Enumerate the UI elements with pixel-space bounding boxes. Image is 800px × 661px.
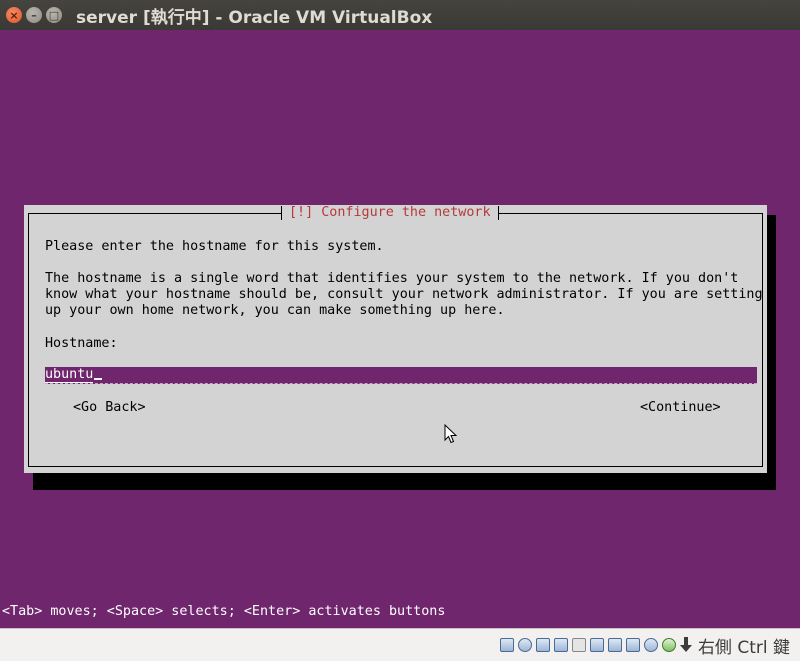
maximize-icon[interactable]: □	[46, 7, 62, 23]
dialog-title: [!] Configure the network	[281, 205, 499, 221]
dialog-frame: [!] Configure the network Please enter t…	[28, 205, 763, 467]
window-title-bar: × – □ server [執行中] - Oracle VM VirtualBo…	[0, 0, 800, 30]
window-title: server [執行中] - Oracle VM VirtualBox	[76, 7, 433, 28]
vm-status-bar: 右側 Ctrl 鍵	[0, 628, 800, 661]
hard-disk-icon[interactable]	[499, 638, 514, 652]
download-arrow-icon[interactable]	[679, 637, 692, 653]
minimize-icon[interactable]: –	[26, 7, 42, 23]
description-line-2: know what your hostname should be, consu…	[45, 287, 763, 302]
optical-drive-icon[interactable]	[517, 638, 532, 652]
mouse-integration-icon[interactable]	[661, 638, 676, 652]
close-icon[interactable]: ×	[6, 7, 22, 23]
mouse-pointer-icon	[444, 424, 458, 444]
display-icon[interactable]	[589, 638, 604, 652]
network-icon[interactable]	[625, 638, 640, 652]
vm-guest-screen[interactable]: [!] Configure the network Please enter t…	[0, 30, 800, 628]
video-capture-icon[interactable]	[643, 638, 658, 652]
description-line-1: The hostname is a single word that ident…	[45, 271, 739, 286]
configure-network-dialog: [!] Configure the network Please enter t…	[24, 205, 767, 473]
usb-icon[interactable]	[535, 638, 550, 652]
text-cursor	[94, 378, 103, 380]
continue-button[interactable]: <Continue>	[640, 400, 721, 416]
hostname-prompt: Please enter the hostname for this syste…	[45, 239, 384, 254]
shared-folders-icon[interactable]	[553, 638, 568, 652]
screen-capture-icon[interactable]	[607, 638, 622, 652]
description-line-3: up your own home network, you can make s…	[45, 303, 505, 318]
hostname-label: Hostname:	[45, 336, 118, 351]
audio-icon[interactable]	[571, 638, 586, 652]
hostname-input[interactable]: ubuntu	[45, 367, 757, 384]
hostname-value[interactable]: ubuntu	[45, 367, 94, 383]
host-key-label: 右側 Ctrl 鍵	[697, 637, 790, 658]
window-controls: × – □	[6, 7, 62, 23]
go-back-button[interactable]: <Go Back>	[73, 400, 146, 416]
keyboard-hint: <Tab> moves; <Space> selects; <Enter> ac…	[2, 604, 446, 619]
dialog-shadow-right	[767, 215, 776, 490]
